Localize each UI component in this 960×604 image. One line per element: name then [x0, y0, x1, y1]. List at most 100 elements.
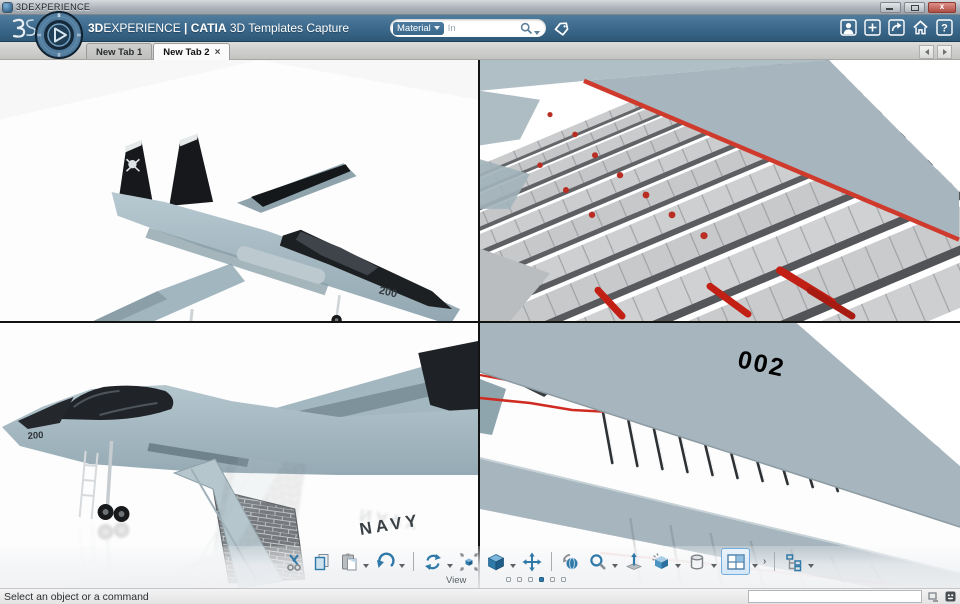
- cut-icon: [285, 552, 305, 572]
- restore-icon: [911, 5, 919, 11]
- iso-view-options-caret-icon[interactable]: [510, 564, 516, 568]
- help-button[interactable]: ?: [936, 19, 953, 36]
- home-button[interactable]: [912, 19, 929, 36]
- 3d-compass[interactable]: [34, 10, 84, 60]
- search-filter-label: Material: [397, 23, 431, 34]
- zoom-button[interactable]: [586, 550, 610, 574]
- toolbar-separator: [774, 552, 775, 571]
- toolbar-separator: [551, 552, 552, 571]
- zoom-options-caret-icon[interactable]: [612, 564, 618, 568]
- plus-icon: [864, 19, 881, 36]
- update-button[interactable]: [421, 550, 445, 574]
- toolbar-separator: [413, 552, 414, 571]
- search-icon[interactable]: [520, 22, 540, 35]
- restore-button[interactable]: [904, 2, 925, 13]
- pager-dot[interactable]: [528, 577, 533, 582]
- normal-view-button[interactable]: [622, 550, 646, 574]
- cut-button[interactable]: [283, 550, 307, 574]
- status-bar: Select an object or a command: [0, 588, 960, 604]
- minimize-icon: [886, 8, 893, 10]
- split-view-icon: [727, 554, 745, 570]
- arrow-left-icon: [925, 49, 929, 55]
- marking-200: 200: [27, 430, 44, 442]
- brand-module: 3D Templates Capture: [227, 21, 350, 35]
- compass-south-notch[interactable]: [58, 53, 61, 57]
- chevron-down-icon: [434, 26, 440, 30]
- update-options-caret-icon[interactable]: [447, 564, 453, 568]
- tab-scroll-left-button[interactable]: [919, 45, 934, 59]
- pan-button[interactable]: [520, 550, 544, 574]
- viewport-grid: 200: [0, 60, 960, 588]
- brand-title: 3DEXPERIENCE | CATIA 3D Templates Captur…: [88, 21, 349, 35]
- fit-all-in-button[interactable]: [457, 550, 481, 574]
- undo-icon: [375, 552, 395, 572]
- top-command-bar: 3DEXPERIENCE | CATIA 3D Templates Captur…: [0, 15, 960, 42]
- panel-toggle-icon[interactable]: [928, 592, 939, 602]
- tree-options-caret-icon[interactable]: [808, 564, 814, 568]
- close-icon: x: [929, 2, 955, 11]
- close-button[interactable]: x: [928, 2, 956, 13]
- share-button[interactable]: [888, 19, 905, 36]
- tab-scroll-right-button[interactable]: [937, 45, 952, 59]
- arrow-right-icon: [943, 49, 947, 55]
- help-icon: ?: [936, 19, 953, 36]
- tag-button[interactable]: [554, 22, 569, 41]
- brand-3d: 3D: [88, 21, 103, 35]
- iso-view-button[interactable]: [484, 550, 508, 574]
- tab-bar: New Tab 1 New Tab 2 ×: [0, 42, 960, 60]
- home-icon: [912, 19, 929, 36]
- power-input-field[interactable]: [748, 590, 922, 603]
- tab-new-tab-1[interactable]: New Tab 1: [86, 43, 152, 59]
- user-icon: [840, 19, 857, 36]
- share-arrow-icon: [888, 19, 905, 36]
- paste-options-caret-icon[interactable]: [363, 564, 369, 568]
- view-action-bar: › View: [0, 546, 960, 588]
- search-filter-dropdown[interactable]: Material: [393, 22, 444, 35]
- tab-label: New Tab 2: [163, 47, 209, 58]
- update-icon: [423, 552, 443, 572]
- split-view-options-caret-icon[interactable]: [752, 564, 758, 568]
- minimize-button[interactable]: [880, 2, 901, 13]
- pager-dot[interactable]: [506, 577, 511, 582]
- tree-icon: [784, 552, 804, 572]
- pager-dot-active[interactable]: [539, 577, 544, 582]
- section-button[interactable]: [685, 550, 709, 574]
- shading-options-caret-icon[interactable]: [675, 564, 681, 568]
- tab-close-icon[interactable]: ×: [215, 49, 221, 57]
- copy-icon: [312, 552, 332, 572]
- undo-button[interactable]: [373, 550, 397, 574]
- viewport-top-right[interactable]: [480, 60, 960, 323]
- brand-experience: EXPERIENCE: [103, 21, 180, 35]
- search-input[interactable]: [444, 23, 520, 34]
- undo-options-caret-icon[interactable]: [399, 564, 405, 568]
- tag-icon: [554, 22, 569, 36]
- tree-button[interactable]: [782, 550, 806, 574]
- viewport-top-left[interactable]: 200: [0, 60, 480, 323]
- os-title-bar: 3DEXPERIENCE x: [0, 0, 960, 15]
- compass-east-notch[interactable]: [77, 34, 81, 37]
- compass-north-notch[interactable]: [58, 13, 61, 17]
- tab-label: New Tab 1: [96, 47, 142, 58]
- search-options-caret-icon: [534, 31, 540, 35]
- add-content-button[interactable]: [864, 19, 881, 36]
- copy-button[interactable]: [310, 550, 334, 574]
- tab-new-tab-2[interactable]: New Tab 2 ×: [153, 43, 230, 60]
- turn-button[interactable]: [559, 550, 583, 574]
- compass-west-notch[interactable]: [37, 34, 41, 37]
- shading-icon: [651, 552, 671, 572]
- shading-button[interactable]: [649, 550, 673, 574]
- pager-dot[interactable]: [517, 577, 522, 582]
- paste-button[interactable]: [337, 550, 361, 574]
- toolbar-overflow-chevron-icon[interactable]: ›: [763, 556, 766, 567]
- split-view-button[interactable]: [721, 548, 750, 575]
- view-pager: [506, 577, 566, 582]
- brand-app: CATIA: [191, 21, 227, 35]
- pager-dot[interactable]: [550, 577, 555, 582]
- user-profile-button[interactable]: [840, 19, 857, 36]
- section-options-caret-icon[interactable]: [711, 564, 717, 568]
- fit-all-in-icon: [459, 552, 479, 572]
- pager-dot[interactable]: [561, 577, 566, 582]
- normal-view-icon: [624, 552, 644, 572]
- assistant-icon[interactable]: [945, 591, 956, 602]
- search-box[interactable]: Material: [390, 19, 546, 37]
